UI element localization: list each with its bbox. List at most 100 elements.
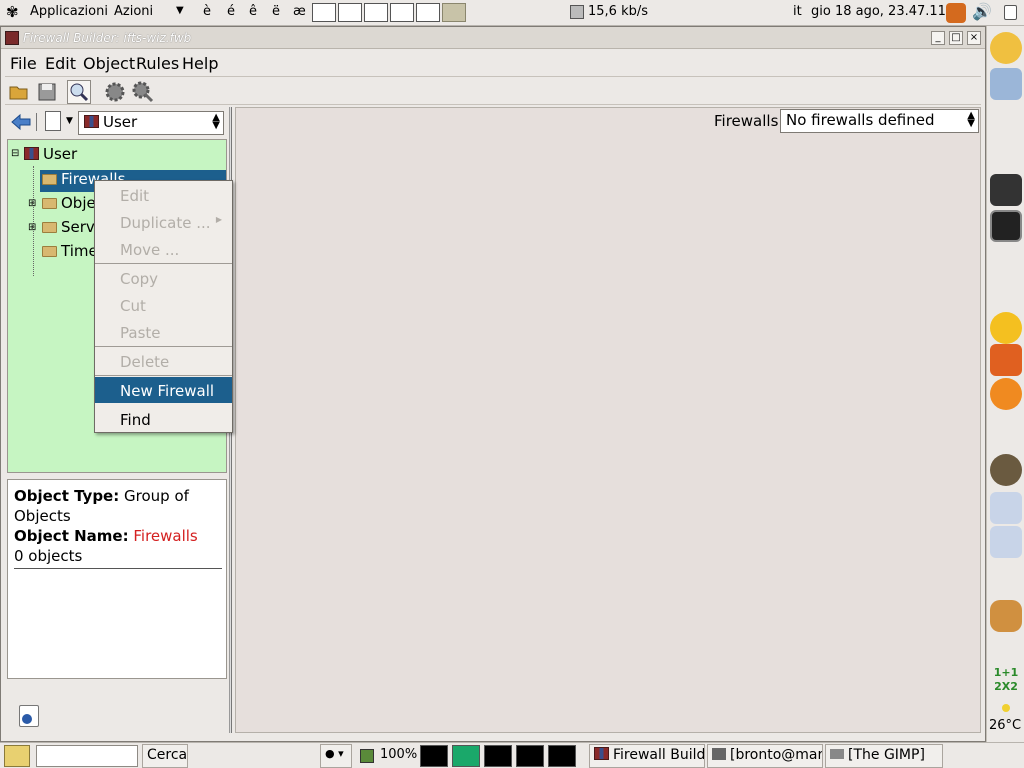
search-button[interactable]: Cerca: [142, 744, 188, 768]
firewalls-label: Firewalls:: [714, 112, 784, 130]
tree-item-time[interactable]: Time: [42, 242, 98, 260]
screen-icon[interactable]: [990, 174, 1022, 206]
temperature[interactable]: 26°C: [989, 718, 1021, 733]
volume-icon[interactable]: 🔊: [972, 2, 992, 21]
load-graph[interactable]: [548, 745, 576, 767]
workspace-5[interactable]: [416, 3, 440, 22]
gimp-icon[interactable]: [990, 454, 1022, 486]
library-icon: [24, 147, 39, 160]
tree-expander-icon[interactable]: ⊞: [28, 198, 36, 209]
cpu-graph[interactable]: [420, 745, 448, 767]
search-input[interactable]: [36, 745, 138, 767]
notes-icon[interactable]: [990, 492, 1022, 524]
terminal-icon: [712, 748, 726, 760]
save-icon[interactable]: [35, 80, 59, 104]
show-desktop-icon[interactable]: [1004, 5, 1017, 20]
char-e-acute[interactable]: é: [227, 4, 235, 19]
ctx-edit: Edit: [120, 187, 150, 205]
folder-icon: [42, 246, 57, 257]
ctx-delete: Delete: [120, 353, 170, 371]
window-title: Firewall Builder: ifts-wiz.fwb: [23, 31, 192, 45]
info-icon[interactable]: [19, 705, 39, 727]
swap-graph[interactable]: [516, 745, 544, 767]
hat-icon[interactable]: [990, 600, 1022, 632]
ctx-new-firewall[interactable]: New Firewall: [95, 377, 232, 403]
firewall-view: Firewalls: No firewalls defined ▲ ▼: [235, 107, 981, 733]
menu-edit[interactable]: Edit: [45, 54, 76, 73]
menu-separator: [95, 346, 232, 347]
menu-separator: [95, 375, 232, 376]
notes-applet-icon[interactable]: [4, 745, 30, 767]
submenu-arrow-icon: ▶: [215, 215, 222, 224]
mail-icon[interactable]: [990, 68, 1022, 100]
smiley-icon[interactable]: [990, 32, 1022, 64]
dropdown-arrow-icon[interactable]: ▼: [176, 5, 184, 16]
library-select[interactable]: User ▲ ▼: [78, 111, 224, 135]
workspace-2[interactable]: [338, 3, 362, 22]
task-gimp[interactable]: [The GIMP]: [825, 744, 943, 768]
chat-icon[interactable]: [990, 312, 1022, 344]
workspace-4[interactable]: [390, 3, 414, 22]
menu-help[interactable]: Help: [182, 54, 218, 73]
ctx-find[interactable]: Find: [95, 406, 232, 432]
close-button[interactable]: ×: [967, 31, 981, 45]
workspace-6[interactable]: [442, 3, 466, 22]
menu-bar: File Edit Object Rules Help: [5, 51, 981, 77]
app-icon: [594, 747, 609, 760]
ctx-duplicate: Duplicate ... ▶: [120, 214, 222, 232]
clock[interactable]: gio 18 ago, 23.47.11: [811, 4, 946, 19]
schedule-icon[interactable]: [990, 526, 1022, 558]
compile-icon[interactable]: [103, 80, 127, 104]
maximize-button[interactable]: □: [949, 31, 963, 45]
menu-object[interactable]: Object: [83, 54, 135, 73]
task-terminal[interactable]: [bronto@marr: [707, 744, 823, 768]
minimize-button[interactable]: _: [931, 31, 945, 45]
firewalls-select[interactable]: No firewalls defined ▲ ▼: [780, 109, 979, 133]
menu-rules[interactable]: Rules: [136, 54, 179, 73]
new-object-dropdown-icon[interactable]: ▼: [66, 116, 73, 126]
workspace-3[interactable]: [364, 3, 388, 22]
folder-icon: [42, 222, 57, 233]
tree-root-user[interactable]: User: [24, 145, 77, 163]
task-firewall-builder[interactable]: Firewall Builder: [589, 744, 705, 768]
char-e-uml[interactable]: ë: [272, 4, 280, 19]
object-type-label: Object Type:: [14, 487, 120, 505]
network-graph[interactable]: [484, 745, 512, 767]
menu-file[interactable]: File: [10, 54, 37, 73]
back-arrow-icon[interactable]: [10, 113, 32, 131]
info-divider: [14, 568, 222, 569]
tree-expander-icon[interactable]: ⊟: [11, 148, 19, 159]
indicator-dropdown[interactable]: ● ▾: [320, 744, 352, 768]
new-object-icon[interactable]: [45, 111, 61, 131]
gnome-foot-icon[interactable]: ✾: [6, 3, 19, 21]
menu-actions[interactable]: Azioni: [114, 4, 153, 19]
separator: [36, 113, 37, 131]
object-name-label: Object Name:: [14, 527, 129, 545]
context-menu: Edit Duplicate ... ▶ Move ... Copy Cut Pa…: [94, 180, 233, 433]
math-icon[interactable]: 1+1 2X2: [990, 666, 1022, 694]
workspace-1[interactable]: [312, 3, 336, 22]
keyboard-layout[interactable]: it: [793, 4, 802, 19]
terminal-icon[interactable]: [990, 210, 1022, 242]
user-avatar-icon[interactable]: [946, 3, 966, 23]
ctx-paste: Paste: [120, 324, 161, 342]
find-icon[interactable]: [67, 80, 91, 104]
skype-icon[interactable]: [990, 378, 1022, 410]
char-e-grave[interactable]: è: [203, 4, 211, 19]
char-ae[interactable]: æ: [293, 4, 306, 19]
install-icon[interactable]: [131, 80, 155, 104]
battery-icon[interactable]: [360, 749, 374, 763]
ctx-copy: Copy: [120, 270, 159, 288]
app-icon[interactable]: [5, 31, 19, 45]
title-bar[interactable]: Firewall Builder: ifts-wiz.fwb _ □ ×: [1, 27, 985, 49]
menu-applications[interactable]: Applicazioni: [30, 4, 108, 19]
memory-graph[interactable]: [452, 745, 480, 767]
bottom-panel: Cerca ● ▾ 100% Firewall Builder [bronto@…: [0, 742, 1024, 768]
tree-navigation: ▼ User ▲ ▼: [5, 107, 229, 139]
tree-expander-icon[interactable]: ⊞: [28, 222, 36, 233]
right-dock: 1+1 2X2 26°C: [986, 26, 1024, 742]
char-e-circ[interactable]: ê: [249, 4, 257, 19]
network-icon: [570, 5, 584, 19]
chat-badge-icon[interactable]: [990, 344, 1022, 376]
open-icon[interactable]: [7, 80, 31, 104]
